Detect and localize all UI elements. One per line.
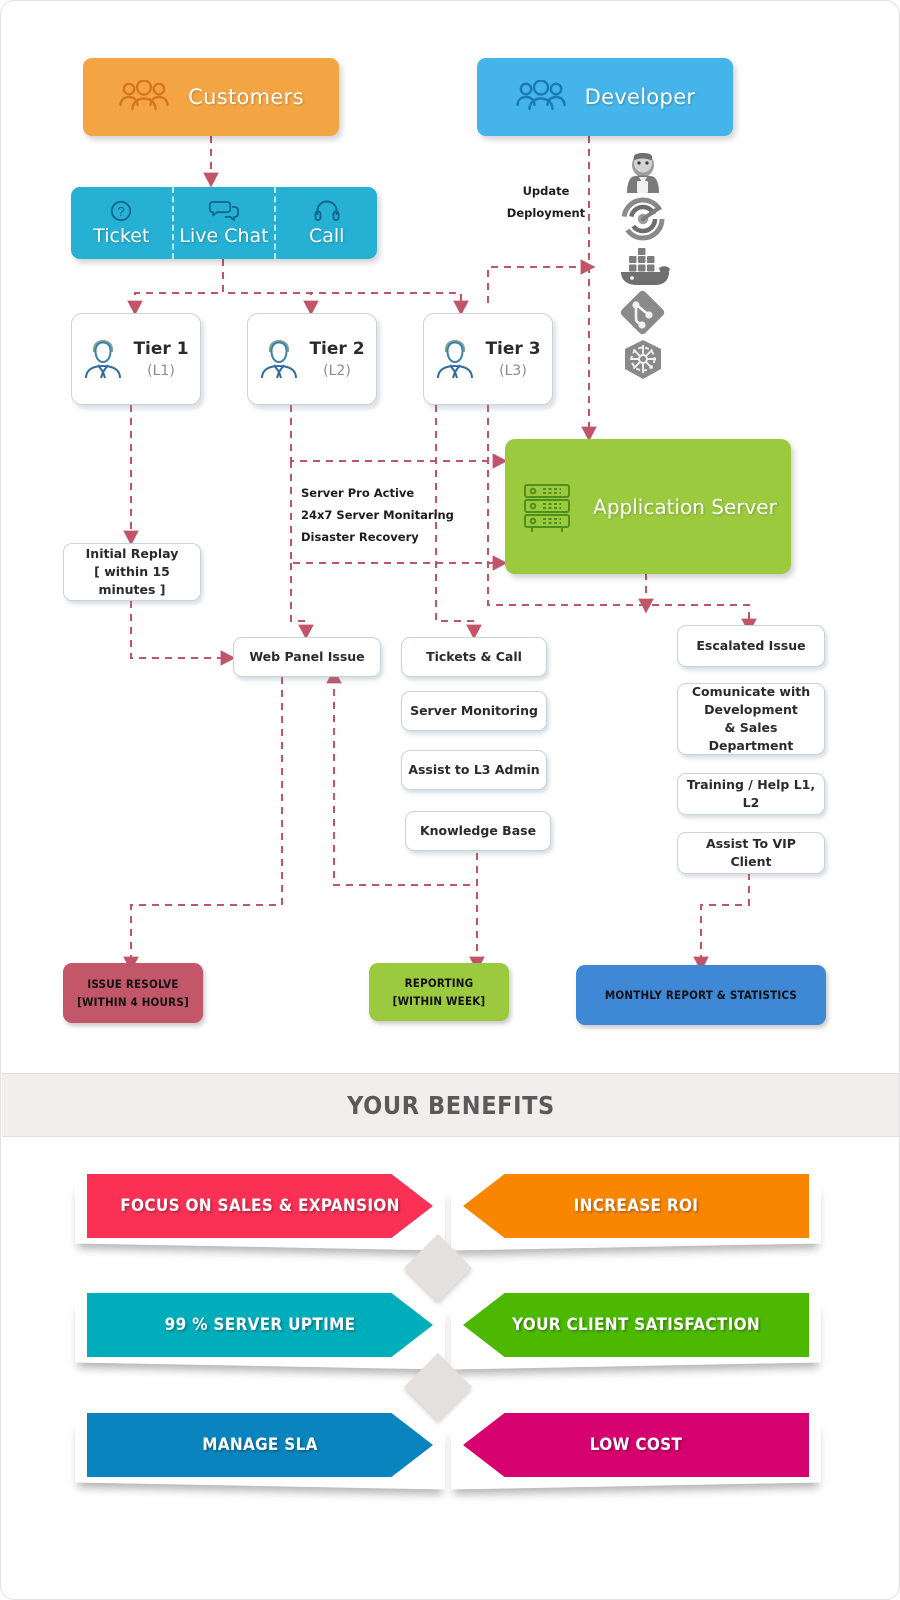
task-escalated-issue[interactable]: Escalated Issue <box>677 625 825 667</box>
support-channel-bar: ? Ticket Live Chat Call <box>71 187 377 259</box>
benefit-label: LOW COST <box>589 1435 683 1455</box>
banner-body: LOW COST <box>463 1413 809 1477</box>
tier-2-box[interactable]: Tier 2 (L2) <box>247 313 377 405</box>
customers-box[interactable]: Customers <box>83 58 339 136</box>
task-assist-to-l3-admin[interactable]: Assist to L3 Admin <box>401 750 547 790</box>
benefit-label: FOCUS ON SALES & EXPANSION <box>120 1196 400 1216</box>
benefit-label: MANAGE SLA <box>202 1435 318 1455</box>
task-communicate-dev-sales[interactable]: Comunicate with Development & Sales Depa… <box>677 683 825 755</box>
svg-text:?: ? <box>118 204 125 219</box>
benefit-banner-client-satisfaction[interactable]: YOUR CLIENT SATISFACTION <box>451 1293 821 1370</box>
benefits-header-band: YOUR BENEFITS <box>2 1073 899 1137</box>
tier-1-name: Tier 1 <box>133 338 189 359</box>
banner-body: INCREASE ROI <box>463 1174 809 1238</box>
task-server-monitoring[interactable]: Server Monitoring <box>401 691 547 731</box>
task-knowledge-base[interactable]: Knowledge Base <box>405 811 551 851</box>
benefit-label: 99 % SERVER UPTIME <box>164 1315 356 1335</box>
developer-box[interactable]: Developer <box>477 58 733 136</box>
banner-body: FOCUS ON SALES & EXPANSION <box>87 1174 433 1238</box>
agent-icon <box>83 338 123 380</box>
initial-reply-box[interactable]: Initial Replay [ within 15 minutes ] <box>63 543 201 601</box>
benefit-banner-focus-on-sales[interactable]: FOCUS ON SALES & EXPANSION <box>75 1174 445 1251</box>
tier-3-level: (L3) <box>499 363 527 380</box>
customers-label: Customers <box>188 85 304 109</box>
channel-call-label: Call <box>308 225 345 247</box>
tier-1-text: Tier 1 (L1) <box>133 339 188 379</box>
tier-3-name: Tier 3 <box>485 338 541 359</box>
channel-ticket[interactable]: ? Ticket <box>71 187 172 259</box>
docker-icon <box>615 243 677 289</box>
headset-icon <box>314 199 340 223</box>
benefit-banner-increase-roi[interactable]: INCREASE ROI <box>451 1174 821 1251</box>
tier-3-box[interactable]: Tier 3 (L3) <box>423 313 553 405</box>
tier-2-text: Tier 2 (L2) <box>309 339 364 379</box>
result-reporting[interactable]: REPORTING [WITHIN WEEK] <box>369 963 509 1021</box>
agent-icon <box>259 338 299 380</box>
question-circle-icon: ? <box>109 199 133 223</box>
channel-ticket-label: Ticket <box>93 225 150 247</box>
task-assist-vip-client[interactable]: Assist To VIP Client <box>677 832 825 874</box>
devops-tools <box>615 151 677 383</box>
channel-call[interactable]: Call <box>274 187 377 259</box>
server-rack-icon <box>519 477 577 537</box>
banner-body: 99 % SERVER UPTIME <box>87 1293 433 1357</box>
support-workflow-infographic: Customers Developer ? Ticket Live Chat C… <box>0 0 900 1600</box>
jenkins-icon <box>615 151 677 195</box>
kubernetes-icon <box>615 337 677 383</box>
benefit-label: INCREASE ROI <box>573 1196 699 1216</box>
benefit-banner-manage-sla[interactable]: MANAGE SLA <box>75 1413 445 1490</box>
people-icon <box>515 80 567 114</box>
application-server-box[interactable]: Application Server <box>505 439 791 574</box>
update-deployment-label: Update Deployment <box>506 184 586 220</box>
chat-bubbles-icon <box>208 199 240 223</box>
developer-label: Developer <box>584 85 696 109</box>
people-icon <box>118 80 170 114</box>
application-server-label: Application Server <box>593 494 777 519</box>
result-monthly-report[interactable]: MONTHLY REPORT & STATISTICS <box>576 965 826 1025</box>
benefit-banner-low-cost[interactable]: LOW COST <box>451 1413 821 1490</box>
channel-live-chat-label: Live Chat <box>179 225 269 247</box>
result-issue-resolve[interactable]: ISSUE RESOLVE [WITHIN 4 HOURS] <box>63 963 203 1023</box>
task-tickets-and-call[interactable]: Tickets & Call <box>401 637 547 677</box>
benefit-label: YOUR CLIENT SATISFACTION <box>512 1315 760 1335</box>
banner-body: MANAGE SLA <box>87 1413 433 1477</box>
tier-2-name: Tier 2 <box>309 338 365 359</box>
git-icon <box>615 289 677 337</box>
agent-icon <box>435 338 475 380</box>
banner-body: YOUR CLIENT SATISFACTION <box>463 1293 809 1357</box>
tier-2-level: (L2) <box>323 363 351 380</box>
web-panel-issue-box[interactable]: Web Panel Issue <box>233 637 381 677</box>
tier-3-text: Tier 3 (L3) <box>485 339 540 379</box>
server-notes-label: Server Pro Active 24x7 Server Monitaring… <box>301 486 454 544</box>
tier-1-level: (L1) <box>147 363 175 380</box>
benefits-title: YOUR BENEFITS <box>347 1090 555 1120</box>
tier-1-box[interactable]: Tier 1 (L1) <box>71 313 201 405</box>
task-training-help[interactable]: Training / Help L1, L2 <box>677 773 825 815</box>
channel-live-chat[interactable]: Live Chat <box>171 187 275 259</box>
ansible-icon <box>615 195 677 243</box>
benefit-banner-server-uptime[interactable]: 99 % SERVER UPTIME <box>75 1293 445 1370</box>
